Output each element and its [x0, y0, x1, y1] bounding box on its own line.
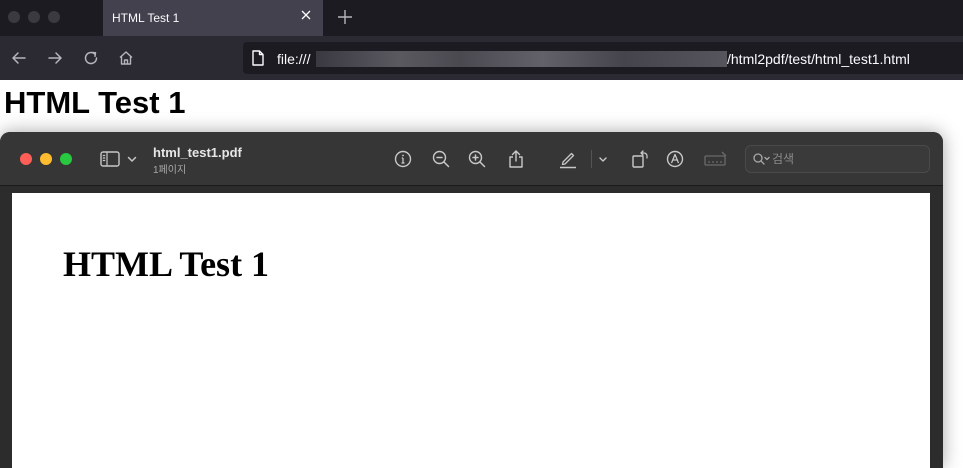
address-bar[interactable]: file:/// /html2pdf/test/html_test1.html [243, 42, 963, 74]
tab-title: HTML Test 1 [112, 11, 180, 25]
url-prefix: file:/// [277, 51, 311, 67]
reload-icon[interactable] [82, 49, 100, 67]
window-zoom-button[interactable] [48, 11, 60, 23]
back-icon[interactable] [10, 49, 28, 67]
search-field[interactable] [745, 145, 930, 173]
rotate-icon[interactable] [629, 148, 651, 170]
window-close-button[interactable] [8, 11, 20, 23]
preview-close-button[interactable] [20, 153, 32, 165]
window-minimize-button[interactable] [28, 11, 40, 23]
sidebar-chevron-down-icon[interactable] [126, 148, 138, 170]
zoom-out-icon[interactable] [430, 148, 452, 170]
pdf-preview-window: html_test1.pdf 1페이지 검색 HTML Test 1 [0, 132, 943, 468]
tab-close-icon[interactable] [299, 8, 313, 22]
highlight-pen-icon[interactable] [557, 148, 579, 170]
url-suffix: /html2pdf/test/html_test1.html [727, 51, 910, 67]
home-icon[interactable] [117, 49, 135, 67]
form-fill-icon [704, 151, 727, 166]
toolbar-separator [591, 150, 592, 168]
browser-tab-bar: HTML Test 1 [0, 0, 963, 36]
preview-minimize-button[interactable] [40, 153, 52, 165]
document-filename: html_test1.pdf [153, 145, 242, 160]
preview-zoom-button[interactable] [60, 153, 72, 165]
pdf-heading: HTML Test 1 [63, 244, 270, 284]
page-heading: HTML Test 1 [4, 85, 186, 120]
info-icon[interactable] [392, 148, 414, 170]
browser-tab-active[interactable]: HTML Test 1 [103, 0, 323, 36]
forward-icon[interactable] [46, 49, 64, 67]
search-icon [753, 153, 770, 165]
document-page-count: 1페이지 [153, 165, 187, 176]
highlight-chevron-down-icon[interactable] [597, 148, 609, 170]
zoom-in-icon[interactable] [466, 148, 488, 170]
url-redacted-segment [316, 51, 727, 67]
search-input[interactable] [772, 150, 922, 168]
file-icon [252, 50, 264, 66]
preview-toolbar: html_test1.pdf 1페이지 [0, 132, 943, 186]
markup-icon[interactable] [664, 148, 686, 170]
share-icon[interactable] [505, 148, 527, 170]
new-tab-icon[interactable] [336, 8, 354, 26]
pdf-page: HTML Test 1 [12, 193, 930, 468]
sidebar-toggle-icon[interactable] [99, 148, 123, 170]
